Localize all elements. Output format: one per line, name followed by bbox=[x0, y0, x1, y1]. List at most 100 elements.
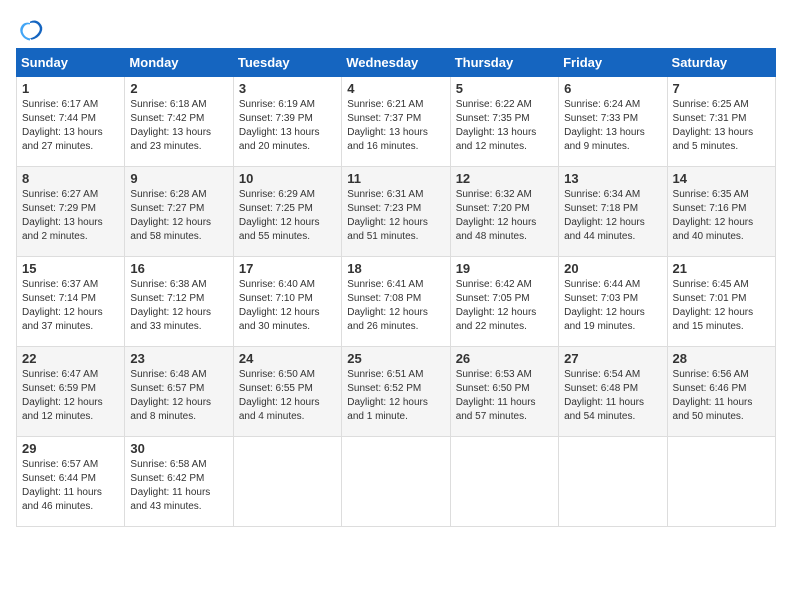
day-number: 6 bbox=[564, 81, 661, 96]
day-info: Sunrise: 6:35 AMSunset: 7:16 PMDaylight:… bbox=[673, 188, 770, 244]
day-header-monday: Monday bbox=[125, 49, 233, 77]
day-number: 22 bbox=[22, 351, 119, 366]
day-number: 17 bbox=[239, 261, 336, 276]
calendar-day-cell: 11 Sunrise: 6:31 AMSunset: 7:23 PMDayligh… bbox=[342, 167, 450, 257]
day-number: 30 bbox=[130, 441, 227, 456]
calendar-week-row: 29 Sunrise: 6:57 AMSunset: 6:44 PMDayligh… bbox=[17, 437, 776, 527]
day-number: 23 bbox=[130, 351, 227, 366]
calendar-week-row: 8 Sunrise: 6:27 AMSunset: 7:29 PMDaylight… bbox=[17, 167, 776, 257]
day-number: 26 bbox=[456, 351, 553, 366]
day-info: Sunrise: 6:21 AMSunset: 7:37 PMDaylight:… bbox=[347, 98, 444, 154]
day-info: Sunrise: 6:22 AMSunset: 7:35 PMDaylight:… bbox=[456, 98, 553, 154]
day-number: 10 bbox=[239, 171, 336, 186]
calendar-day-cell: 26 Sunrise: 6:53 AMSunset: 6:50 PMDayligh… bbox=[450, 347, 558, 437]
logo-icon bbox=[16, 16, 44, 44]
day-number: 18 bbox=[347, 261, 444, 276]
day-number: 13 bbox=[564, 171, 661, 186]
day-number: 4 bbox=[347, 81, 444, 96]
day-number: 16 bbox=[130, 261, 227, 276]
day-header-sunday: Sunday bbox=[17, 49, 125, 77]
empty-cell bbox=[450, 437, 558, 527]
logo bbox=[16, 16, 48, 44]
calendar-day-cell: 13 Sunrise: 6:34 AMSunset: 7:18 PMDayligh… bbox=[559, 167, 667, 257]
day-info: Sunrise: 6:34 AMSunset: 7:18 PMDaylight:… bbox=[564, 188, 661, 244]
empty-cell bbox=[342, 437, 450, 527]
day-number: 3 bbox=[239, 81, 336, 96]
day-header-saturday: Saturday bbox=[667, 49, 775, 77]
day-number: 9 bbox=[130, 171, 227, 186]
calendar-header-row: SundayMondayTuesdayWednesdayThursdayFrid… bbox=[17, 49, 776, 77]
day-number: 20 bbox=[564, 261, 661, 276]
day-number: 14 bbox=[673, 171, 770, 186]
day-number: 21 bbox=[673, 261, 770, 276]
day-info: Sunrise: 6:51 AMSunset: 6:52 PMDaylight:… bbox=[347, 368, 444, 424]
calendar-day-cell: 21 Sunrise: 6:45 AMSunset: 7:01 PMDayligh… bbox=[667, 257, 775, 347]
day-number: 15 bbox=[22, 261, 119, 276]
day-info: Sunrise: 6:19 AMSunset: 7:39 PMDaylight:… bbox=[239, 98, 336, 154]
calendar-day-cell: 5 Sunrise: 6:22 AMSunset: 7:35 PMDaylight… bbox=[450, 77, 558, 167]
calendar-week-row: 22 Sunrise: 6:47 AMSunset: 6:59 PMDayligh… bbox=[17, 347, 776, 437]
calendar-week-row: 1Sunrise: 6:17 AMSunset: 7:44 PMDaylight… bbox=[17, 77, 776, 167]
calendar-day-cell: 28 Sunrise: 6:56 AMSunset: 6:46 PMDayligh… bbox=[667, 347, 775, 437]
day-info: Sunrise: 6:29 AMSunset: 7:25 PMDaylight:… bbox=[239, 188, 336, 244]
day-header-tuesday: Tuesday bbox=[233, 49, 341, 77]
day-info: Sunrise: 6:56 AMSunset: 6:46 PMDaylight:… bbox=[673, 368, 770, 424]
day-info: Sunrise: 6:40 AMSunset: 7:10 PMDaylight:… bbox=[239, 278, 336, 334]
day-info: Sunrise: 6:38 AMSunset: 7:12 PMDaylight:… bbox=[130, 278, 227, 334]
calendar-day-cell: 19 Sunrise: 6:42 AMSunset: 7:05 PMDayligh… bbox=[450, 257, 558, 347]
calendar-day-cell: 27 Sunrise: 6:54 AMSunset: 6:48 PMDayligh… bbox=[559, 347, 667, 437]
day-number: 5 bbox=[456, 81, 553, 96]
day-info: Sunrise: 6:44 AMSunset: 7:03 PMDaylight:… bbox=[564, 278, 661, 334]
empty-cell bbox=[667, 437, 775, 527]
day-info: Sunrise: 6:50 AMSunset: 6:55 PMDaylight:… bbox=[239, 368, 336, 424]
day-header-wednesday: Wednesday bbox=[342, 49, 450, 77]
day-number: 2 bbox=[130, 81, 227, 96]
calendar-day-cell: 12 Sunrise: 6:32 AMSunset: 7:20 PMDayligh… bbox=[450, 167, 558, 257]
day-info: Sunrise: 6:57 AMSunset: 6:44 PMDaylight:… bbox=[22, 458, 119, 514]
day-header-thursday: Thursday bbox=[450, 49, 558, 77]
day-info: Sunrise: 6:54 AMSunset: 6:48 PMDaylight:… bbox=[564, 368, 661, 424]
day-info: Sunrise: 6:27 AMSunset: 7:29 PMDaylight:… bbox=[22, 188, 119, 244]
calendar-day-cell: 3 Sunrise: 6:19 AMSunset: 7:39 PMDaylight… bbox=[233, 77, 341, 167]
calendar-day-cell: 4 Sunrise: 6:21 AMSunset: 7:37 PMDaylight… bbox=[342, 77, 450, 167]
day-info: Sunrise: 6:31 AMSunset: 7:23 PMDaylight:… bbox=[347, 188, 444, 244]
day-number: 29 bbox=[22, 441, 119, 456]
day-info: Sunrise: 6:18 AMSunset: 7:42 PMDaylight:… bbox=[130, 98, 227, 154]
day-info: Sunrise: 6:47 AMSunset: 6:59 PMDaylight:… bbox=[22, 368, 119, 424]
day-info: Sunrise: 6:48 AMSunset: 6:57 PMDaylight:… bbox=[130, 368, 227, 424]
calendar-table: SundayMondayTuesdayWednesdayThursdayFrid… bbox=[16, 48, 776, 527]
calendar-day-cell: 20 Sunrise: 6:44 AMSunset: 7:03 PMDayligh… bbox=[559, 257, 667, 347]
calendar-day-cell: 1Sunrise: 6:17 AMSunset: 7:44 PMDaylight… bbox=[17, 77, 125, 167]
page-header bbox=[16, 16, 776, 44]
day-number: 19 bbox=[456, 261, 553, 276]
calendar-day-cell: 25 Sunrise: 6:51 AMSunset: 6:52 PMDayligh… bbox=[342, 347, 450, 437]
day-info: Sunrise: 6:41 AMSunset: 7:08 PMDaylight:… bbox=[347, 278, 444, 334]
day-number: 8 bbox=[22, 171, 119, 186]
day-info: Sunrise: 6:32 AMSunset: 7:20 PMDaylight:… bbox=[456, 188, 553, 244]
day-number: 12 bbox=[456, 171, 553, 186]
empty-cell bbox=[233, 437, 341, 527]
day-number: 27 bbox=[564, 351, 661, 366]
day-info: Sunrise: 6:17 AMSunset: 7:44 PMDaylight:… bbox=[22, 98, 119, 154]
day-info: Sunrise: 6:42 AMSunset: 7:05 PMDaylight:… bbox=[456, 278, 553, 334]
day-number: 11 bbox=[347, 171, 444, 186]
day-info: Sunrise: 6:37 AMSunset: 7:14 PMDaylight:… bbox=[22, 278, 119, 334]
day-info: Sunrise: 6:25 AMSunset: 7:31 PMDaylight:… bbox=[673, 98, 770, 154]
calendar-day-cell: 2 Sunrise: 6:18 AMSunset: 7:42 PMDaylight… bbox=[125, 77, 233, 167]
day-number: 28 bbox=[673, 351, 770, 366]
calendar-day-cell: 6 Sunrise: 6:24 AMSunset: 7:33 PMDaylight… bbox=[559, 77, 667, 167]
calendar-day-cell: 14 Sunrise: 6:35 AMSunset: 7:16 PMDayligh… bbox=[667, 167, 775, 257]
day-number: 25 bbox=[347, 351, 444, 366]
day-info: Sunrise: 6:24 AMSunset: 7:33 PMDaylight:… bbox=[564, 98, 661, 154]
day-info: Sunrise: 6:53 AMSunset: 6:50 PMDaylight:… bbox=[456, 368, 553, 424]
day-header-friday: Friday bbox=[559, 49, 667, 77]
calendar-day-cell: 18 Sunrise: 6:41 AMSunset: 7:08 PMDayligh… bbox=[342, 257, 450, 347]
calendar-day-cell: 15 Sunrise: 6:37 AMSunset: 7:14 PMDayligh… bbox=[17, 257, 125, 347]
calendar-day-cell: 9Sunrise: 6:28 AMSunset: 7:27 PMDaylight… bbox=[125, 167, 233, 257]
calendar-day-cell: 8 Sunrise: 6:27 AMSunset: 7:29 PMDaylight… bbox=[17, 167, 125, 257]
day-number: 7 bbox=[673, 81, 770, 96]
calendar-day-cell: 16 Sunrise: 6:38 AMSunset: 7:12 PMDayligh… bbox=[125, 257, 233, 347]
day-info: Sunrise: 6:45 AMSunset: 7:01 PMDaylight:… bbox=[673, 278, 770, 334]
calendar-day-cell: 30Sunrise: 6:58 AMSunset: 6:42 PMDayligh… bbox=[125, 437, 233, 527]
calendar-day-cell: 24Sunrise: 6:50 AMSunset: 6:55 PMDayligh… bbox=[233, 347, 341, 437]
